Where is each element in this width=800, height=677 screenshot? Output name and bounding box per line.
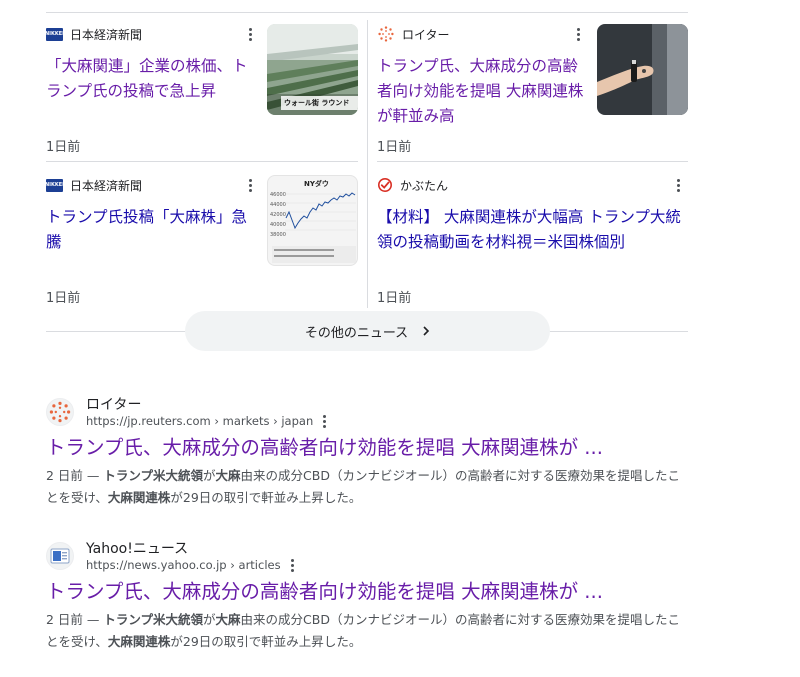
result-site-name: Yahoo!ニュース [86, 541, 189, 557]
result-url: https://jp.reuters.com › markets › japan [86, 414, 327, 428]
more-options-icon[interactable] [290, 558, 294, 572]
reuters-logo-icon [377, 25, 395, 43]
news-title[interactable]: 【材料】 大麻関連株が大幅高 トランプ大統領の投稿動画を材料視＝米国株個別 [377, 205, 687, 255]
news-source: NIKKEI 日本経済新聞 [44, 27, 143, 42]
news-card[interactable]: NIKKEI 日本経済新聞 トランプ氏投稿「大麻株」急騰 1日前 NYダウ 46… [44, 163, 358, 306]
thumb-caption: ウォール街 ラウンド [284, 99, 350, 107]
card-divider [46, 161, 358, 162]
news-thumbnail[interactable] [597, 24, 688, 115]
more-options-icon[interactable] [323, 414, 327, 428]
news-date: 1日前 [46, 291, 81, 306]
news-source: かぶたん [377, 175, 448, 195]
news-date: 1日前 [377, 291, 412, 306]
news-card[interactable]: NIKKEI 日本経済新聞 「大麻関連」企業の株価、トランプ氏の投稿で急上昇 1… [44, 12, 358, 155]
nikkei-logo-icon: NIKKEI [45, 27, 64, 41]
result-snippet: 2 日前 — トランプ米大統領が大麻由来の成分CBD（カンナビジオール）の高齢者… [46, 612, 680, 649]
news-title[interactable]: トランプ氏投稿「大麻株」急騰 [46, 205, 256, 255]
nikkei-logo-icon: NIKKEI [45, 178, 64, 192]
more-news-button[interactable]: その他のニュース [185, 311, 550, 351]
more-options-icon[interactable] [242, 175, 258, 195]
news-card[interactable]: ロイター トランプ氏、大麻成分の高齢者向け効能を提唱 大麻関連株が軒並み高 1日… [377, 12, 689, 155]
result-site-name: ロイター [86, 397, 142, 413]
result-url: https://news.yahoo.co.jp › articles [86, 558, 294, 572]
news-thumbnail[interactable]: ウォール街 ラウンド [267, 24, 358, 115]
search-result: Yahoo!ニュース https://news.yahoo.co.jp › ar… [46, 538, 696, 653]
news-card[interactable]: かぶたん 【材料】 大麻関連株が大幅高 トランプ大統領の投稿動画を材料視＝米国株… [377, 163, 689, 306]
more-options-icon[interactable] [242, 24, 258, 44]
news-source: ロイター [377, 24, 450, 44]
kabutan-logo-icon [377, 177, 393, 193]
news-source: NIKKEI 日本経済新聞 [44, 178, 143, 193]
stock-line-chart [272, 192, 356, 263]
news-title[interactable]: トランプ氏、大麻成分の高齢者向け効能を提唱 大麻関連株が軒並み高 [377, 54, 591, 129]
reuters-favicon-icon [46, 398, 74, 426]
more-options-icon[interactable] [670, 175, 686, 195]
chevron-right-icon [422, 326, 430, 336]
news-grid-divider [367, 20, 368, 308]
news-date: 1日前 [377, 140, 412, 155]
result-title-link[interactable]: トランプ氏、大麻成分の高齢者向け効能を提唱 大麻関連株が ... [46, 578, 696, 606]
hand-bottle-image [597, 24, 688, 115]
news-date: 1日前 [46, 140, 81, 155]
news-thumbnail[interactable]: NYダウ 46000 44000 42000 40000 38000 [267, 175, 358, 266]
yahoo-news-favicon-icon [46, 542, 74, 570]
result-snippet: 2 日前 — トランプ米大統領が大麻由来の成分CBD（カンナビジオール）の高齢者… [46, 468, 680, 505]
result-title-link[interactable]: トランプ氏、大麻成分の高齢者向け効能を提唱 大麻関連株が ... [46, 434, 696, 462]
card-divider [377, 161, 688, 162]
more-options-icon[interactable] [570, 24, 586, 44]
news-title[interactable]: 「大麻関連」企業の株価、トランプ氏の投稿で急上昇 [46, 54, 256, 104]
search-result: ロイター https://jp.reuters.com › markets › … [46, 394, 696, 509]
